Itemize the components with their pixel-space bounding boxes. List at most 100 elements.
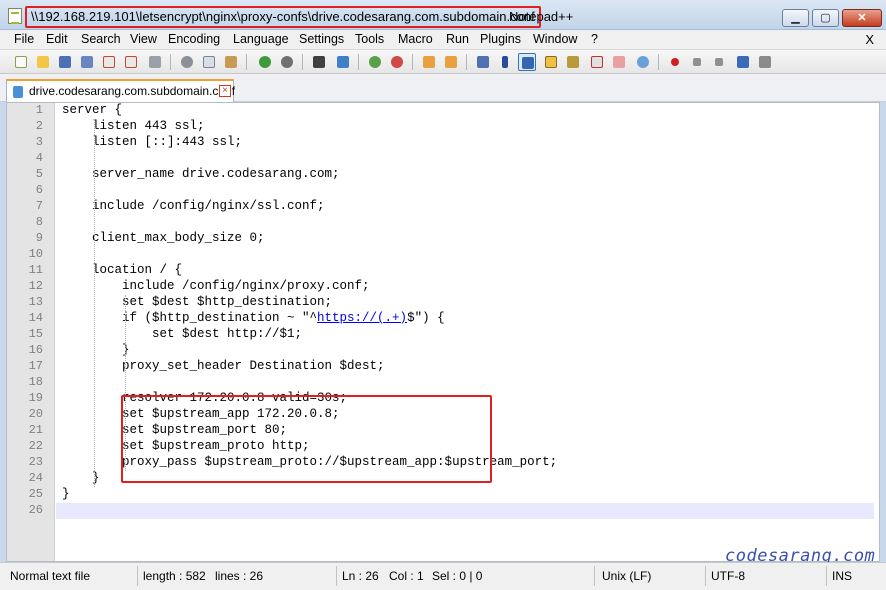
zoom-in-icon[interactable]: [366, 53, 384, 71]
line-number: 20: [28, 407, 43, 421]
status-separator: [826, 566, 827, 586]
line-number: 8: [35, 215, 43, 229]
status-col: Col : 1: [389, 569, 424, 583]
menu-settings[interactable]: Settings: [299, 32, 344, 46]
save-icon[interactable]: [56, 53, 74, 71]
close-all-icon[interactable]: [122, 53, 140, 71]
minimize-button[interactable]: ▁: [782, 9, 809, 27]
menu-bar: File Edit Search View Encoding Language …: [0, 30, 886, 50]
toolbar-separator: [412, 54, 413, 70]
paste-icon[interactable]: [222, 53, 240, 71]
menu-window[interactable]: Window: [533, 32, 577, 46]
redo-icon[interactable]: [278, 53, 296, 71]
editor-area[interactable]: 1 server {2 listen 443 ssl; 3 listen [::]:…: [6, 102, 880, 562]
show-all-chars-icon[interactable]: [496, 53, 514, 71]
tab-close-icon[interactable]: ×: [219, 85, 231, 97]
title-bar: \\192.168.219.101\letsencrypt\nginx\prox…: [0, 0, 886, 30]
menu-edit[interactable]: Edit: [46, 32, 68, 46]
sync-horizontal-icon[interactable]: [442, 53, 460, 71]
cut-icon[interactable]: [178, 53, 196, 71]
line-number: 22: [28, 439, 43, 453]
line-number: 19: [28, 391, 43, 405]
new-file-icon[interactable]: [12, 53, 30, 71]
indent-guide-icon[interactable]: [518, 53, 536, 71]
stop-record-icon[interactable]: [688, 53, 706, 71]
toolbar-separator: [358, 54, 359, 70]
tab-label: drive.codesarang.com.subdomain.conf: [29, 84, 236, 98]
menu-plugins[interactable]: Plugins: [480, 32, 521, 46]
menu-macro[interactable]: Macro: [398, 32, 433, 46]
sync-vertical-icon[interactable]: [420, 53, 438, 71]
line-number: 26: [28, 503, 43, 517]
code-line: }: [62, 343, 130, 357]
toolbar-separator: [658, 54, 659, 70]
folder-as-workspace-icon[interactable]: [610, 53, 628, 71]
open-file-icon[interactable]: [34, 53, 52, 71]
menu-language[interactable]: Language: [233, 32, 289, 46]
function-list-icon[interactable]: [588, 53, 606, 71]
print-icon[interactable]: [146, 53, 164, 71]
status-ln: Ln : 26: [342, 569, 379, 583]
doc-map-icon[interactable]: [564, 53, 582, 71]
run-macro-multiple-icon[interactable]: [734, 53, 752, 71]
code-line: server_name drive.codesarang.com;: [62, 167, 340, 181]
menu-run[interactable]: Run: [446, 32, 469, 46]
close-file-icon[interactable]: [100, 53, 118, 71]
line-number: 18: [28, 375, 43, 389]
udl-icon[interactable]: [542, 53, 560, 71]
current-line-highlight: [56, 503, 874, 519]
code-line: set $dest $http_destination;: [62, 295, 333, 309]
code-line: proxy_pass $upstream_proto://$upstream_a…: [62, 455, 558, 469]
tab-drive-codesarang-conf[interactable]: drive.codesarang.com.subdomain.conf ×: [6, 79, 236, 102]
status-encoding: UTF-8: [711, 569, 745, 583]
play-macro-icon[interactable]: [710, 53, 728, 71]
code-line: set $upstream_app 172.20.0.8;: [62, 407, 340, 421]
code-line: include /config/nginx/proxy.conf;: [62, 279, 370, 293]
save-macro-icon[interactable]: [756, 53, 774, 71]
tab-strip: drive.codesarang.com.subdomain.conf ×: [0, 74, 886, 102]
status-separator: [336, 566, 337, 586]
replace-icon[interactable]: [334, 53, 352, 71]
toolbar-separator: [170, 54, 171, 70]
status-bar: Normal text file length : 582 lines : 26…: [0, 562, 886, 590]
code-line: location / {: [62, 263, 183, 277]
zoom-out-icon[interactable]: [388, 53, 406, 71]
copy-icon[interactable]: [200, 53, 218, 71]
menu-search[interactable]: Search: [81, 32, 121, 46]
window-title-file-path: \\192.168.219.101\letsencrypt\nginx\prox…: [25, 6, 541, 28]
menu-view[interactable]: View: [130, 32, 157, 46]
status-sel: Sel : 0 | 0: [432, 569, 483, 583]
status-eol: Unix (LF): [602, 569, 652, 583]
code-url-link[interactable]: https://(.+): [317, 311, 407, 325]
monitoring-icon[interactable]: [634, 53, 652, 71]
close-window-button[interactable]: ✕: [842, 9, 882, 27]
line-number: 21: [28, 423, 43, 437]
toolbar-separator: [466, 54, 467, 70]
code-line: set $upstream_port 80;: [62, 423, 288, 437]
menu-tools[interactable]: Tools: [355, 32, 384, 46]
maximize-button[interactable]: ▢: [812, 9, 839, 27]
record-macro-icon[interactable]: [666, 53, 684, 71]
menu-encoding[interactable]: Encoding: [168, 32, 220, 46]
line-number: 6: [35, 183, 43, 197]
notepad-app-icon: [8, 8, 22, 24]
line-number: 3: [35, 135, 43, 149]
word-wrap-icon[interactable]: [474, 53, 492, 71]
line-number: 11: [28, 263, 43, 277]
line-number: 25: [28, 487, 43, 501]
status-length: length : 582: [143, 569, 206, 583]
status-separator: [137, 566, 138, 586]
save-all-icon[interactable]: [78, 53, 96, 71]
line-number: 14: [28, 311, 43, 325]
line-number: 2: [35, 119, 43, 133]
line-number: 1: [35, 103, 43, 117]
undo-icon[interactable]: [256, 53, 274, 71]
find-icon[interactable]: [310, 53, 328, 71]
menu-file[interactable]: File: [14, 32, 34, 46]
code-line: set $dest http://$1;: [62, 327, 303, 341]
code-line: set $upstream_proto http;: [62, 439, 310, 453]
code-line: listen [::]:443 ssl;: [62, 135, 243, 149]
close-document-button[interactable]: X: [865, 32, 874, 47]
menu-help[interactable]: ?: [591, 32, 598, 46]
line-number: 23: [28, 455, 43, 469]
